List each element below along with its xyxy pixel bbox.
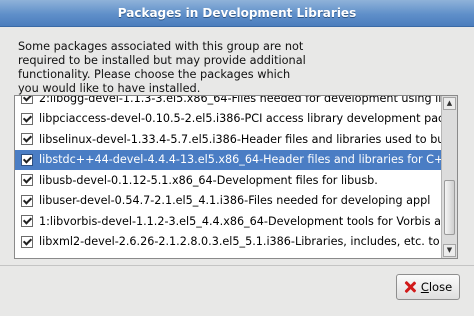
package-description: Files needed for developing appl	[248, 194, 431, 208]
package-list[interactable]: 2:libogg-devel-1.1.3-3.el5.x86_64 - File…	[14, 95, 458, 259]
description-line: functionality. Please choose the package…	[18, 68, 291, 81]
close-mnemonic: C	[420, 280, 429, 294]
scrollbar-thumb[interactable]	[444, 180, 455, 235]
package-name: libselinux-devel-1.33.4-5.7.el5.i386	[39, 132, 237, 146]
group-description: Some packages associated with this group…	[18, 40, 318, 96]
package-row-libvorbis-devel[interactable]: 1:libvorbis-devel-1.1.2-3.el5_4.4.x86_64…	[15, 211, 441, 232]
close-icon	[404, 281, 416, 293]
package-checkbox[interactable]	[21, 133, 33, 146]
package-checkbox[interactable]	[21, 96, 33, 105]
package-row-libogg-devel[interactable]: 2:libogg-devel-1.1.3-3.el5.x86_64 - File…	[15, 95, 442, 109]
package-checkbox[interactable]	[21, 112, 33, 125]
package-name: libusb-devel-0.1.12-5.1.x86_64	[39, 173, 213, 187]
close-button[interactable]: Close	[396, 274, 460, 300]
package-name: libuser-devel-0.54.7-2.1.el5_4.1.i386	[39, 194, 245, 208]
description-line: you would like to have installed.	[18, 82, 201, 95]
separator-line	[0, 265, 474, 266]
description-line: required to be installed but may provide…	[18, 54, 306, 67]
package-name: libpciaccess-devel-0.10.5-2.el5.i386	[39, 112, 241, 126]
package-checkbox[interactable]	[21, 235, 33, 248]
window-title: Packages in Development Libraries	[117, 6, 357, 20]
package-checkbox[interactable]	[21, 194, 33, 207]
window-title-bar[interactable]: Packages in Development Libraries	[0, 0, 474, 27]
package-name: libxml2-devel-2.6.26-2.1.2.8.0.3.el5_5.1…	[39, 235, 291, 249]
close-label-rest: lose	[428, 280, 453, 294]
package-row-libusb-devel[interactable]: libusb-devel-0.1.12-5.1.x86_64 - Develop…	[15, 170, 441, 191]
package-row-libselinux-devel[interactable]: libselinux-devel-1.33.4-5.7.el5.i386 - H…	[15, 129, 441, 150]
scroll-up-icon[interactable]: ▲	[443, 97, 456, 110]
package-description: Development files for libusb.	[216, 173, 378, 187]
description-line: Some packages associated with this group…	[18, 40, 304, 53]
package-description: Header files and libraries for C++	[263, 153, 441, 167]
package-checkbox[interactable]	[21, 215, 33, 228]
package-description: PCI access library development pack	[244, 112, 441, 126]
package-description: Files needed for development using libo	[231, 95, 442, 105]
package-row-libpciaccess-devel[interactable]: libpciaccess-devel-0.10.5-2.el5.i386 - P…	[15, 109, 441, 130]
package-name: 1:libvorbis-devel-1.1.2-3.el5_4.4.x86_64	[39, 214, 264, 228]
vertical-scrollbar[interactable]: ▲ ▼	[441, 96, 457, 258]
package-description: Development tools for Vorbis ap	[267, 214, 441, 228]
package-checkbox[interactable]	[21, 153, 33, 166]
scroll-down-icon[interactable]: ▼	[443, 244, 456, 257]
package-row-libstdc-devel[interactable]: libstdc++44-devel-4.4.4-13.el5.x86_64 - …	[15, 149, 441, 170]
package-row-libuser-devel[interactable]: libuser-devel-0.54.7-2.1.el5_4.1.i386 - …	[15, 191, 441, 212]
package-checkbox[interactable]	[21, 174, 33, 187]
package-name: 2:libogg-devel-1.1.3-3.el5.x86_64	[39, 95, 228, 105]
close-button-label: Close	[421, 280, 452, 294]
package-row-libxml2-devel[interactable]: libxml2-devel-2.6.26-2.1.2.8.0.3.el5_5.1…	[15, 232, 441, 253]
package-description: Header files and libraries used to buil	[240, 132, 441, 146]
package-rows: 2:libogg-devel-1.1.3-3.el5.x86_64 - File…	[15, 95, 442, 253]
package-name: libstdc++44-devel-4.4.4-13.el5.x86_64	[39, 153, 260, 167]
package-description: Libraries, includes, etc. to c	[294, 235, 441, 249]
